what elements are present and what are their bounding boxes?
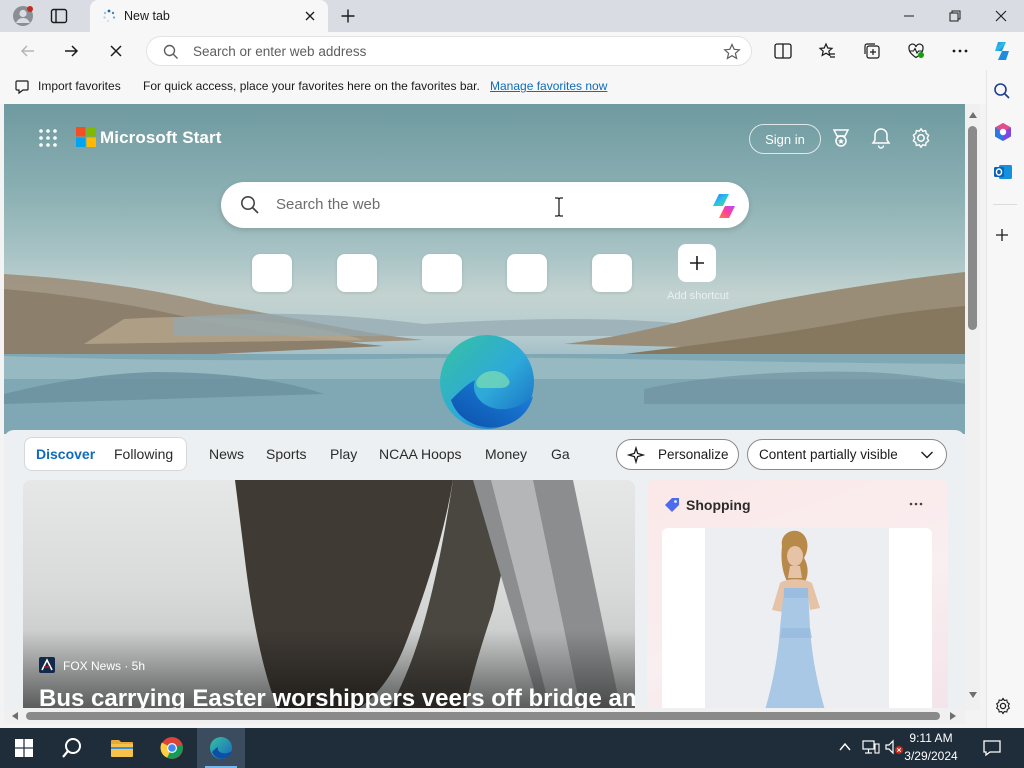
taskbar-search-icon[interactable] <box>48 728 96 768</box>
nav-ncaa-hoops[interactable]: NCAA Hoops <box>379 446 461 462</box>
import-favorites-link[interactable]: Import favorites <box>38 79 121 93</box>
shopping-tag-icon <box>664 497 680 513</box>
edge-taskbar-icon[interactable] <box>197 728 245 768</box>
vertical-scrollbar[interactable] <box>965 104 980 710</box>
news-image <box>23 480 635 710</box>
rewards-icon[interactable] <box>830 127 852 149</box>
scroll-down-icon[interactable] <box>969 692 977 698</box>
add-sidebar-app-icon[interactable] <box>995 228 1011 244</box>
clock-time[interactable]: 9:11 AM <box>896 731 966 745</box>
news-source: FOX News · 5h <box>63 659 146 673</box>
personalize-label: Personalize <box>658 447 729 462</box>
close-window-button[interactable] <box>978 0 1024 32</box>
content-visibility-label: Content partially visible <box>759 447 898 462</box>
news-card[interactable]: FOX News · 5h Bus carrying Easter worshi… <box>23 480 635 710</box>
favorites-hint: For quick access, place your favorites h… <box>143 79 480 93</box>
browser-essentials-icon[interactable] <box>900 35 932 67</box>
product-image <box>705 528 889 710</box>
edge-logo-icon <box>437 334 537 434</box>
apps-launcher-icon[interactable] <box>38 128 58 148</box>
sparkle-icon <box>627 446 645 464</box>
title-bar: New tab <box>0 0 1024 32</box>
file-explorer-icon[interactable] <box>98 728 146 768</box>
network-icon[interactable] <box>862 739 880 755</box>
brand-title[interactable]: Microsoft Start <box>100 128 221 148</box>
text-cursor-icon <box>553 197 565 217</box>
nav-sports[interactable]: Sports <box>266 446 306 462</box>
restore-button[interactable] <box>932 0 978 32</box>
sidebar-settings-icon[interactable] <box>994 697 1012 715</box>
favorites-icon[interactable] <box>811 35 843 67</box>
minimize-button[interactable] <box>886 0 932 32</box>
copilot-search-icon[interactable] <box>709 192 739 220</box>
web-search-placeholder: Search the web <box>276 196 381 213</box>
profile-icon[interactable] <box>12 5 34 27</box>
nav-games-truncated[interactable]: Ga <box>551 446 570 462</box>
scroll-right-icon[interactable] <box>950 712 956 720</box>
personalize-button[interactable]: Personalize <box>616 439 739 470</box>
shortcut-tile[interactable] <box>337 254 377 292</box>
tab-new-tab[interactable]: New tab <box>90 0 328 32</box>
address-placeholder: Search or enter web address <box>193 44 367 59</box>
scroll-up-icon[interactable] <box>969 112 977 118</box>
manage-favorites-link[interactable]: Manage favorites now <box>490 79 607 93</box>
sign-in-button[interactable]: Sign in <box>749 124 821 154</box>
show-hidden-icons-icon[interactable] <box>838 740 852 754</box>
chrome-icon[interactable] <box>148 728 196 768</box>
start-button[interactable] <box>0 728 48 768</box>
clock-date[interactable]: 3/29/2024 <box>896 749 966 763</box>
horizontal-scrollbar[interactable] <box>4 708 965 724</box>
web-search-box[interactable]: Search the web <box>221 182 749 228</box>
split-screen-icon[interactable] <box>767 35 799 67</box>
stop-loading-button[interactable] <box>100 35 132 67</box>
product-tile[interactable] <box>662 528 932 710</box>
sidebar-outlook-icon[interactable] <box>993 162 1013 182</box>
nav-news[interactable]: News <box>209 446 244 462</box>
web-search-icon <box>240 195 260 215</box>
add-shortcut-button[interactable] <box>678 244 716 282</box>
shortcut-tile[interactable] <box>422 254 462 292</box>
scroll-thumb[interactable] <box>968 126 977 330</box>
nav-play[interactable]: Play <box>330 446 357 462</box>
more-options-icon[interactable] <box>909 502 923 506</box>
shortcut-tile[interactable] <box>592 254 632 292</box>
scroll-thumb[interactable] <box>26 712 940 720</box>
sidebar-search-icon[interactable] <box>993 82 1013 102</box>
page-settings-icon[interactable] <box>910 127 932 149</box>
news-headline[interactable]: Bus carrying Easter worshippers veers of… <box>39 685 635 710</box>
tab-discover[interactable]: Discover <box>36 446 95 462</box>
collections-icon[interactable] <box>856 35 888 67</box>
shopping-title: Shopping <box>686 497 751 513</box>
shortcut-tile[interactable] <box>252 254 292 292</box>
loading-icon <box>102 9 116 23</box>
more-options-icon[interactable] <box>944 35 976 67</box>
search-icon <box>163 44 179 60</box>
add-shortcut-label: Add shortcut <box>667 290 729 302</box>
sidebar-office-icon[interactable] <box>993 122 1013 142</box>
address-bar[interactable]: Search or enter web address <box>146 36 752 66</box>
notifications-bell-icon[interactable] <box>871 127 891 149</box>
new-tab-button[interactable] <box>340 8 356 24</box>
edge-sidebar <box>986 70 1024 728</box>
favorite-star-icon[interactable] <box>723 43 741 61</box>
tab-title: New tab <box>124 9 170 23</box>
tab-following[interactable]: Following <box>114 446 173 462</box>
shopping-card[interactable]: Shopping <box>647 480 948 710</box>
content-visibility-dropdown[interactable]: Content partially visible <box>747 439 947 470</box>
new-tab-page: Microsoft Start Sign in Search the web A… <box>4 104 965 710</box>
chevron-down-icon <box>920 450 934 460</box>
notification-center-icon[interactable] <box>982 738 1002 758</box>
fox-news-logo-icon <box>39 657 55 673</box>
tab-actions-icon[interactable] <box>50 8 68 24</box>
close-tab-icon[interactable] <box>304 10 316 22</box>
forward-button[interactable] <box>55 35 87 67</box>
nav-money[interactable]: Money <box>485 446 527 462</box>
copilot-icon[interactable] <box>986 35 1018 67</box>
shortcut-tile[interactable] <box>507 254 547 292</box>
favorites-bar: Import favorites For quick access, place… <box>0 70 986 104</box>
import-favorites-icon[interactable] <box>14 79 30 95</box>
back-button[interactable] <box>12 35 44 67</box>
microsoft-logo-icon <box>76 127 96 147</box>
scroll-left-icon[interactable] <box>12 712 18 720</box>
